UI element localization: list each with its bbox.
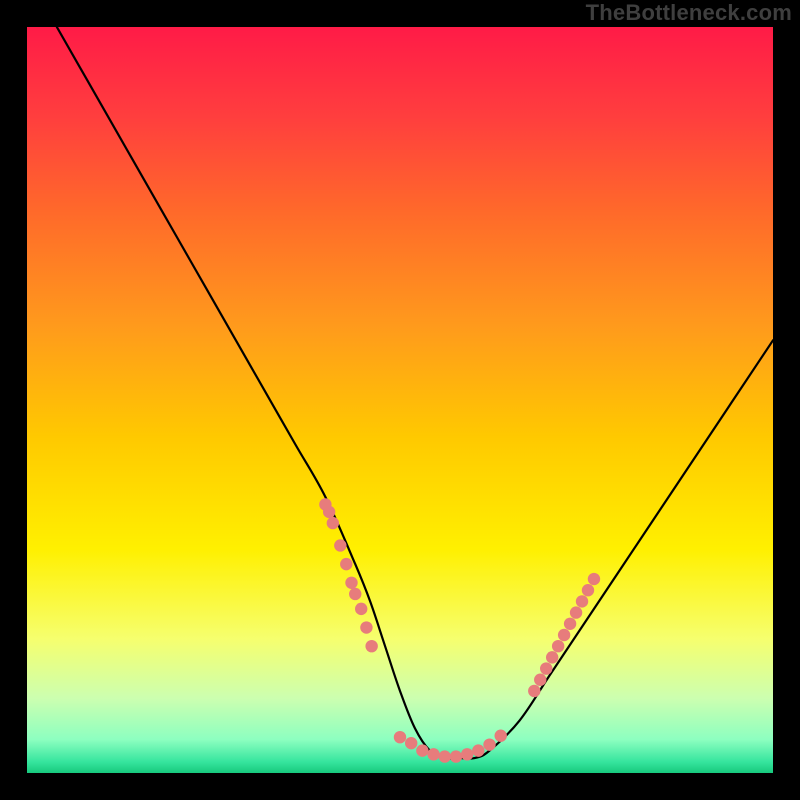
data-dot <box>394 731 406 743</box>
data-dot <box>340 558 352 570</box>
data-dot <box>540 662 552 674</box>
data-dot <box>472 744 484 756</box>
data-dot <box>355 603 367 615</box>
data-dot <box>416 744 428 756</box>
data-dot <box>360 621 372 633</box>
data-dot <box>461 748 473 760</box>
data-dot <box>323 506 335 518</box>
data-dot <box>450 750 462 762</box>
data-dot <box>495 730 507 742</box>
data-dot <box>365 640 377 652</box>
data-dot <box>439 750 451 762</box>
data-dot <box>546 651 558 663</box>
data-dot <box>582 584 594 596</box>
chart-stage: TheBottleneck.com <box>0 0 800 800</box>
gradient-background <box>27 27 773 773</box>
data-dot <box>483 738 495 750</box>
data-dot <box>576 595 588 607</box>
data-dot <box>570 606 582 618</box>
data-dot <box>588 573 600 585</box>
chart-plot <box>27 27 773 773</box>
data-dot <box>405 737 417 749</box>
watermark-text: TheBottleneck.com <box>586 0 792 26</box>
data-dot <box>558 629 570 641</box>
data-dot <box>534 674 546 686</box>
data-dot <box>427 748 439 760</box>
data-dot <box>349 588 361 600</box>
data-dot <box>345 577 357 589</box>
data-dot <box>564 618 576 630</box>
data-dot <box>528 685 540 697</box>
data-dot <box>334 539 346 551</box>
data-dot <box>552 640 564 652</box>
data-dot <box>327 517 339 529</box>
